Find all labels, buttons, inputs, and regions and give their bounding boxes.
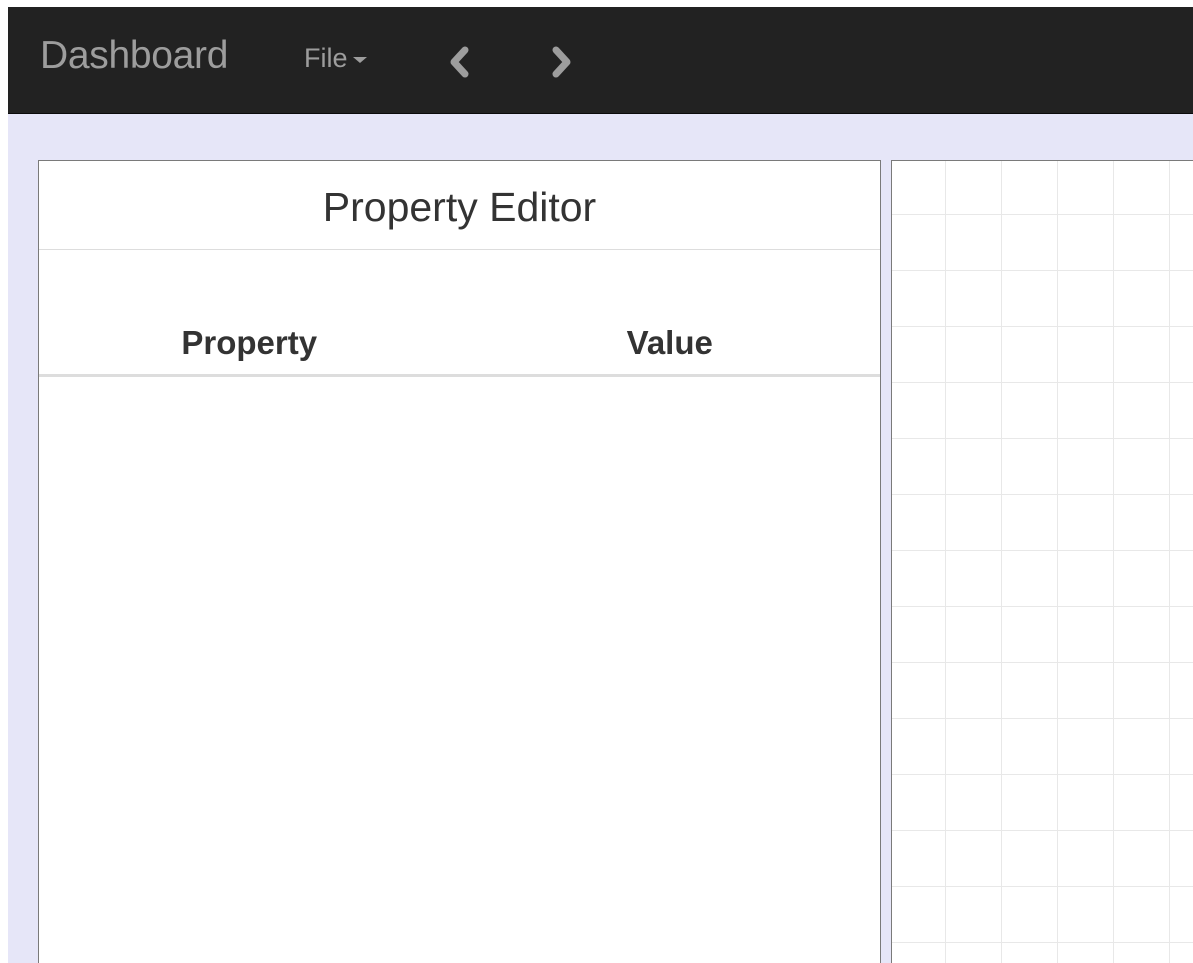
chevron-left-icon [450, 46, 469, 78]
column-header-property: Property [39, 300, 460, 377]
top-navbar: Dashboard File [8, 7, 1193, 114]
forward-button[interactable] [546, 45, 576, 79]
back-button[interactable] [445, 45, 475, 79]
app-frame: Dashboard File Property Editor Property … [8, 7, 1193, 963]
column-header-value: Value [459, 300, 880, 377]
file-menu-dropdown[interactable]: File [304, 41, 367, 75]
property-table-header-row: Property Value [39, 300, 880, 377]
diagram-canvas[interactable] [891, 160, 1193, 963]
property-editor-title: Property Editor [39, 161, 880, 250]
brand-link[interactable]: Dashboard [40, 34, 228, 78]
property-editor-panel: Property Editor Property Value [38, 160, 881, 963]
property-table: Property Value [39, 300, 880, 377]
chevron-right-icon [552, 46, 571, 78]
caret-down-icon [352, 57, 367, 63]
file-menu-label: File [304, 42, 348, 73]
